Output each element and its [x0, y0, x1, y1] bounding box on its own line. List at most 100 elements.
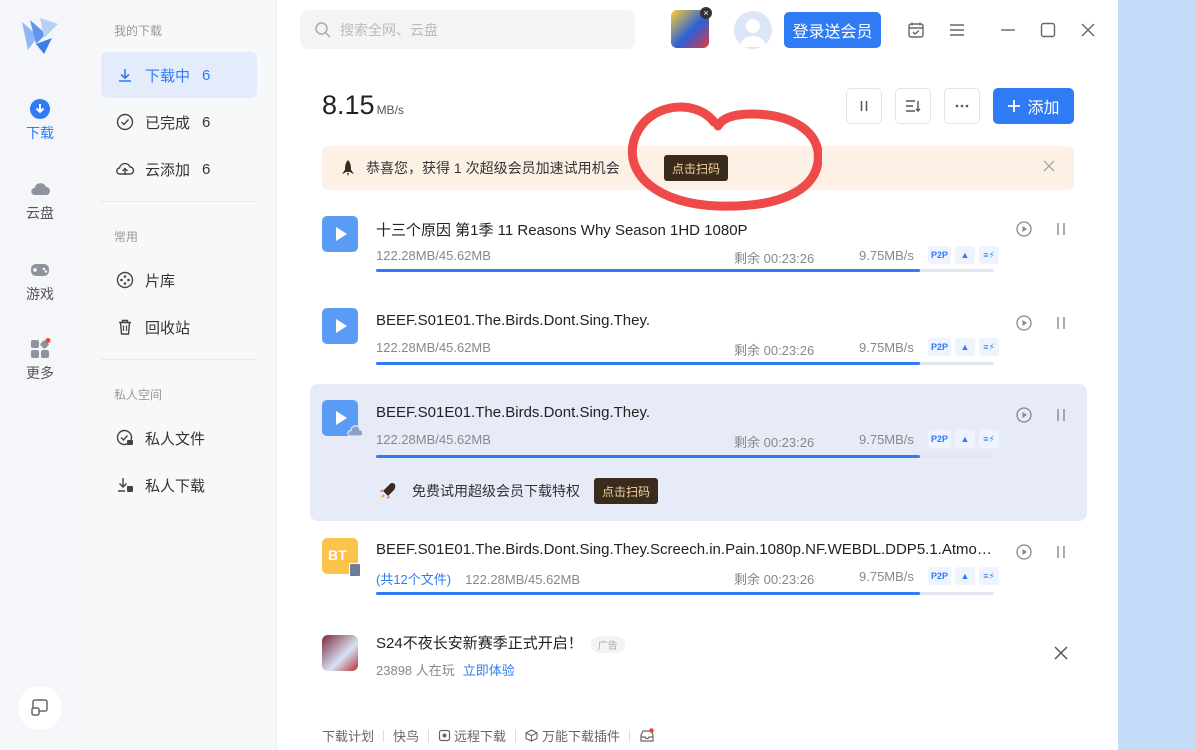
sort-button[interactable]: [895, 88, 931, 124]
play-icon[interactable]: [1015, 220, 1033, 238]
progress-bar: [376, 592, 994, 595]
close-icon[interactable]: [1042, 159, 1056, 173]
divider: [383, 729, 385, 742]
rocket-icon: [342, 160, 354, 176]
footer-toolbar: 下载计划 快鸟 远程下载 万能下载插件: [322, 726, 655, 745]
login-button[interactable]: 登录送会员: [784, 12, 881, 48]
film-reel-icon: [115, 270, 135, 290]
sidebar-item-private-downloads[interactable]: 私人下载: [101, 462, 257, 508]
menu-icon[interactable]: [947, 20, 967, 40]
cloud-icon: [31, 183, 50, 196]
avatar[interactable]: [734, 11, 772, 49]
pause-icon[interactable]: [1052, 314, 1070, 332]
download-row-selected[interactable]: BEEF.S01E01.The.Birds.Dont.Sing.They. 12…: [310, 384, 1087, 521]
pause-icon: [860, 101, 868, 111]
pause-all-button[interactable]: [846, 88, 882, 124]
switch-window-button[interactable]: [18, 686, 62, 730]
rail-item-cloud[interactable]: 云盘: [0, 178, 80, 223]
search-input[interactable]: [340, 21, 620, 38]
ad-game-thumbnail[interactable]: [322, 635, 358, 671]
app-window: 下载 云盘 游戏 更多 我的下载 下载中 6 已完成 6 云添加 6 常用 片库…: [0, 0, 1118, 750]
sidebar-item-label: 下载中: [145, 67, 191, 85]
more-options-button[interactable]: [944, 88, 980, 124]
user-icon: [740, 19, 766, 47]
sidebar-item-label: 回收站: [145, 319, 191, 337]
download-schedule-link[interactable]: 下载计划: [322, 726, 374, 745]
ad-title[interactable]: S24不夜长安新赛季正式开启！ 广告: [376, 632, 625, 653]
private-file-icon: [115, 428, 135, 448]
rocket-boost-icon: ▲: [955, 338, 976, 356]
remote-download-link[interactable]: 远程下载: [438, 726, 506, 745]
gamepad-icon: [31, 264, 49, 276]
rail-item-label: 云盘: [26, 205, 54, 221]
accelerate-icon: ≡⚡: [979, 338, 1000, 356]
progress-bar: [376, 362, 994, 365]
remote-icon: [438, 729, 451, 742]
kuainiao-link[interactable]: 快鸟: [393, 726, 419, 745]
progress-bar: [376, 269, 994, 272]
sidebar-item-library[interactable]: 片库: [101, 257, 257, 303]
rail-item-more[interactable]: 更多: [0, 338, 80, 383]
file-count-link[interactable]: (共12个文件): [376, 572, 451, 587]
ad-cta-link[interactable]: 立即体验: [463, 663, 515, 678]
divider: [101, 359, 257, 360]
sidebar-item-recycle-bin[interactable]: 回收站: [101, 304, 257, 350]
search-bar[interactable]: [300, 10, 635, 49]
trash-icon: [115, 317, 135, 337]
rail-item-label: 下载: [26, 125, 54, 141]
rocket-boost-icon: ▲: [955, 567, 976, 585]
divider: [428, 729, 430, 742]
game-promo-avatar[interactable]: ×: [671, 7, 712, 48]
bt-label: BT: [328, 547, 347, 563]
background-strip: [1118, 0, 1195, 750]
sidebar-item-completed[interactable]: 已完成 6: [101, 99, 257, 145]
maximize-icon[interactable]: [1038, 20, 1058, 40]
schedule-icon[interactable]: [906, 20, 926, 40]
sidebar-item-label: 私人文件: [145, 430, 206, 448]
member-trial-promo: 免费试用超级会员下载特权 点击扫码: [378, 478, 659, 504]
sidebar-item-downloading[interactable]: 下载中 6: [101, 52, 257, 98]
sidebar-item-cloud-add[interactable]: 云添加 6: [101, 146, 257, 192]
p2p-badge: P2P: [928, 246, 952, 264]
check-circle-icon: [115, 112, 135, 132]
minimize-icon[interactable]: [998, 20, 1018, 40]
play-icon[interactable]: [1015, 406, 1033, 424]
download-row[interactable]: 十三个原因 第1季 11 Reasons Why Season 1HD 1080…: [310, 200, 1087, 292]
scan-qr-button[interactable]: 点击扫码: [594, 478, 659, 504]
divider: [101, 201, 257, 202]
inbox-icon: [640, 727, 654, 742]
sidebar-item-label: 云添加: [145, 161, 191, 179]
ad-players: 23898 人在玩: [376, 663, 455, 678]
download-row[interactable]: BEEF.S01E01.The.Birds.Dont.Sing.They. 12…: [310, 292, 1087, 384]
close-window-icon[interactable]: [1078, 20, 1098, 40]
notification-button[interactable]: [639, 727, 655, 744]
cloud-video-file-icon: [322, 400, 364, 437]
sidebar-item-label: 片库: [145, 272, 176, 290]
ad-title-text: S24不夜长安新赛季正式开启！: [376, 635, 583, 652]
play-icon[interactable]: [1015, 543, 1033, 561]
rail-item-label: 更多: [26, 365, 54, 381]
close-icon[interactable]: ×: [700, 7, 712, 19]
rocket-icon: [380, 483, 396, 499]
file-size-value: 122.28MB/45.62MB: [465, 572, 581, 587]
download-row[interactable]: BT BEEF.S01E01.The.Birds.Dont.Sing.They.…: [310, 521, 1087, 619]
pause-icon[interactable]: [1052, 543, 1070, 561]
sidebar-item-private-files[interactable]: 私人文件: [101, 415, 257, 461]
close-icon[interactable]: [1053, 645, 1069, 661]
browser-plugin-label: 万能下载插件: [542, 729, 621, 744]
time-remaining: 剩余 00:23:26: [734, 435, 815, 450]
scan-qr-button[interactable]: 点击扫码: [664, 155, 729, 181]
divider: [515, 729, 517, 742]
rocket-boost-icon: ▲: [955, 430, 976, 448]
pause-icon[interactable]: [1052, 406, 1070, 424]
rail-item-games[interactable]: 游戏: [0, 259, 80, 304]
browser-plugin-link[interactable]: 万能下载插件: [525, 726, 620, 745]
play-icon[interactable]: [1015, 314, 1033, 332]
pause-icon[interactable]: [1052, 220, 1070, 238]
rail-item-download[interactable]: 下载: [0, 98, 80, 143]
file-size: 122.28MB/45.62MB: [376, 432, 491, 447]
add-task-button[interactable]: 添加: [993, 88, 1074, 124]
file-name: BEEF.S01E01.The.Birds.Dont.Sing.They.: [376, 312, 651, 329]
accelerate-icon: ≡⚡: [979, 567, 1000, 585]
apps-grid-icon: [31, 338, 51, 358]
